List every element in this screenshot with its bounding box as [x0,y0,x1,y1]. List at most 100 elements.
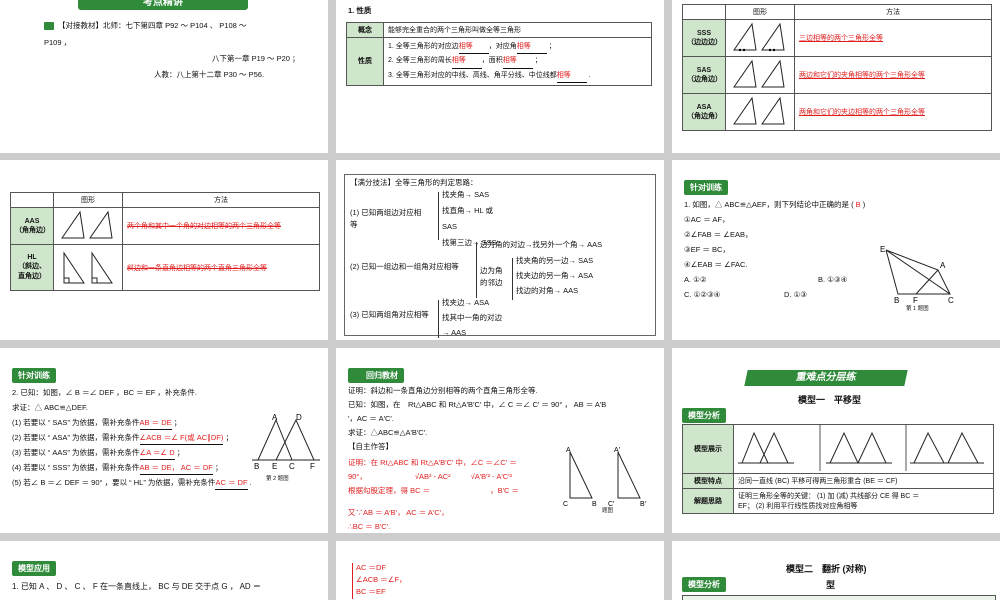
case-3-opt-3: → AAS [442,328,467,337]
option-3: ③EF ＝ BC， [684,245,730,254]
label-a: A [272,414,278,422]
prove-line: 求证：△ABC≌△A′B′C′. [348,428,428,437]
figure-aas [53,207,123,245]
question-end: ) [862,200,866,209]
case-1-opt-2: 找直角→ HL 或 [442,206,493,215]
figure-2-caption: 第 2 题图 [266,476,289,482]
slide-proof-continued[interactable]: AC ＝DF ∠ACB ＝∠F， BC ＝EF [336,541,664,600]
proof-line-4: 又∵AB ＝ A′B′， AC ＝ A′C′， [348,508,449,517]
proof-line-3: 根据勾股定理，得 BC ＝ ，B′C ＝ [348,486,519,497]
case-2-opt-2: 边为角 [480,266,503,275]
figure-sas [725,56,795,94]
badge-text: 回归教材 [366,371,398,380]
label-b: B [592,501,597,508]
label-f: F [310,462,315,470]
figure-1-caption: 第 1 题图 [906,306,929,312]
criteria-table-2: 图形 方法 AAS （角角边） 两个角和其中一个角的对边相等的两个三角形全等 HL （… [10,192,320,291]
condition-text: (4) 若要以 “ SSS” 为依据，需补充条件 [12,463,140,472]
condition-text: (5) 若∠ B ＝∠ DEF ＝ 90° ，要以 “ HL” 为依据，需补充条… [12,478,216,487]
proof-line-2: 90°， √AB² - AC² √A′B′² - A′C′² [348,472,512,483]
case-1-opt-3: SAS [442,222,458,231]
model-title: 模型一 平移型 [798,395,862,405]
answer-3: 相等 [451,54,482,69]
question-text: 1. 如图，△ ABC≌△AEF，则下列结论中正确的是 ( [684,200,854,209]
case-2-sub-3: 找边的对角→ AAS [516,286,579,295]
answer-2: 相等 [516,40,547,55]
p2-text: 2. 全等三角形的周长 [388,57,452,65]
method-sss: 三边相等的两个三角形全等 [794,19,992,57]
practice-badge: 针对训练 [12,368,56,383]
answer-4: AB ＝ DE， AC ＝ DF [139,463,213,475]
textbook-line: 【对接教材】北师：七下第四章 P92 ～ P104 、 P108 ～ [44,21,246,32]
condition-text: (2) 若要以 “ ASA” 为依据，需补充条件 [12,433,140,442]
textbook-text: 【对接教材】北师：七下第四章 P92 ～ P104 、 P108 ～ [58,21,247,30]
choice-c[interactable]: C. ①②③④ [684,290,720,301]
hl-right-triangles-icon [63,250,113,283]
label-f: F [913,296,918,304]
criterion-sss: SSS （边边边） [682,19,726,57]
slide-model-reflection[interactable]: 模型二 翻折 (对称) 型 模型分析 [672,541,1000,600]
method-sas: 两边和它们的夹角相等的两个三角形全等 [794,56,992,94]
slide-properties[interactable]: 1. 性质 概念 能够完全重合的两个三角形叫做全等三角形 性质 1. 全等三角形的… [336,0,664,153]
textbook-badge: 回归教材 [348,368,404,383]
p1-text: 1. 全等三角形的对应边 [388,43,459,50]
criterion-name: HL [27,254,37,261]
question-2: 2. 已知：如图，∠ B ＝∠ DEF ，BC ＝ EF ，补充条件. [12,388,198,397]
cond-line-3: BC ＝EF [356,587,386,596]
brace-2 [476,242,477,298]
case-3-opt-1: 找夹边→ ASA [442,298,490,307]
answer-5: AC ＝ DF [215,478,248,490]
feature-text: 沿同一直线 (BC) 平移可得两三角形重合 (BE ＝ CF) [733,473,994,489]
p3-text: 3. 全等三角形对应的中线、高线、角平分线、中位线都 [388,71,557,79]
blank-head [682,4,726,20]
proof-text-b: ，B′C ＝ [490,486,520,495]
answer-heading: 【自主作答】 [348,442,393,451]
condition-2: (2) 若要以 “ ASA” 为依据，需补充条件∠ACB ＝∠ F(或 AC∥D… [12,433,233,445]
label-c: C [289,462,295,470]
answer-4: 相等 [502,54,533,69]
proof-statement: 证明：斜边和一条直角边分别相等的两个直角三角形全等. [348,386,538,395]
slide-textbook-proof[interactable]: 回归教材 证明：斜边和一条直角边分别相等的两个直角三角形全等. 已知：如图，在 … [336,348,664,533]
choice-d[interactable]: D. ①③ [784,290,807,301]
feature-head: 模型特点 [682,473,734,489]
practice-badge: 针对训练 [684,180,728,195]
figure-sss [725,19,795,57]
slide-syllabus[interactable]: 考点精讲 【对接教材】北师：七下第四章 P92 ～ P104 、 P108 ～ … [0,0,328,153]
table-stub [682,595,996,600]
property-head: 性质 [346,37,384,86]
question-1: 1. 如图，△ ABC≌△AEF，则下列结论中正确的是 ( B ) [684,200,865,211]
choice-b[interactable]: B. ①③④ [818,275,847,286]
figure-asa [725,93,795,131]
sss-triangles-icon [733,22,785,52]
label-c: C [563,501,568,508]
asa-triangles-icon [733,96,785,125]
answer: B [855,200,861,209]
slide-criteria-2[interactable]: 图形 方法 AAS （角角边） 两个角和其中一个角的对边相等的两个三角形全等 HL （… [0,160,328,340]
choice-a[interactable]: A. ①② [684,275,707,286]
slide-model-translation[interactable]: 重难点分层练 模型一 平移型 模型分析 模型展示 模型特点 沿同一直线 (BC) … [672,348,1000,533]
condition-5: (5) 若∠ B ＝∠ DEF ＝ 90° ，要以 “ HL” 为依据，需补充条… [12,478,252,490]
criterion-sub: （边角边） [687,75,722,83]
label-e: E [880,245,885,254]
case-3-opt-2: 找其中一角的对边 [442,313,502,322]
slide-strategy[interactable]: 【满分技法】全等三角形的判定思路： (1) 已知两组边对应相 等 找夹角→ SA… [336,160,664,340]
formula-1: √AB² - AC² [414,472,451,481]
textbook-line-2: P109 ， [44,38,72,47]
textbook-line-4: 人教：八上第十二章 P30 ～ P56. [154,70,265,79]
case-2: (2) 已知一组边和一组角对应相等 [350,262,459,271]
slide-practice-1[interactable]: 针对训练 1. 如图，△ ABC≌△AEF，则下列结论中正确的是 ( B ) ①… [672,160,1000,340]
slide-criteria-1[interactable]: 图形 方法 SSS （边边边） 三边相等的两个三角形全等 SAS （边角边） 两边和它… [672,0,1000,153]
model-title: 模型二 翻折 (对称) [786,564,867,574]
blank-head [10,192,54,208]
criterion-hl: HL （斜边、 直角边） [10,244,54,291]
thinking-head: 解题思路 [682,488,734,514]
proof-text: 90°， [348,472,367,481]
slide-practice-2[interactable]: 针对训练 2. 已知：如图，∠ B ＝∠ DEF ，BC ＝ EF ，补充条件.… [0,348,328,533]
label-a-prime: A′ [614,447,621,454]
slide-model-application[interactable]: 模型应用 1. 已知 A 、 D 、 C 、 F 在一条直线上， BC 与 DE… [0,541,328,600]
prove-line: 求证：△ ABC≌△DEF. [12,403,88,412]
application-question: 1. 已知 A 、 D 、 C 、 F 在一条直线上， BC 与 DE 交于点 … [12,582,261,591]
criterion-sub: （角边角） [687,112,722,120]
proof-line-1: 证明：在 Rt△ABC 和 Rt△A′B′C′ 中，∠C ＝∠C′ ＝ [348,458,517,467]
given-line: 已知：如图，在 Rt△ABC 和 Rt△A′B′C′ 中，∠ C ＝∠ C′ ＝… [348,400,607,409]
